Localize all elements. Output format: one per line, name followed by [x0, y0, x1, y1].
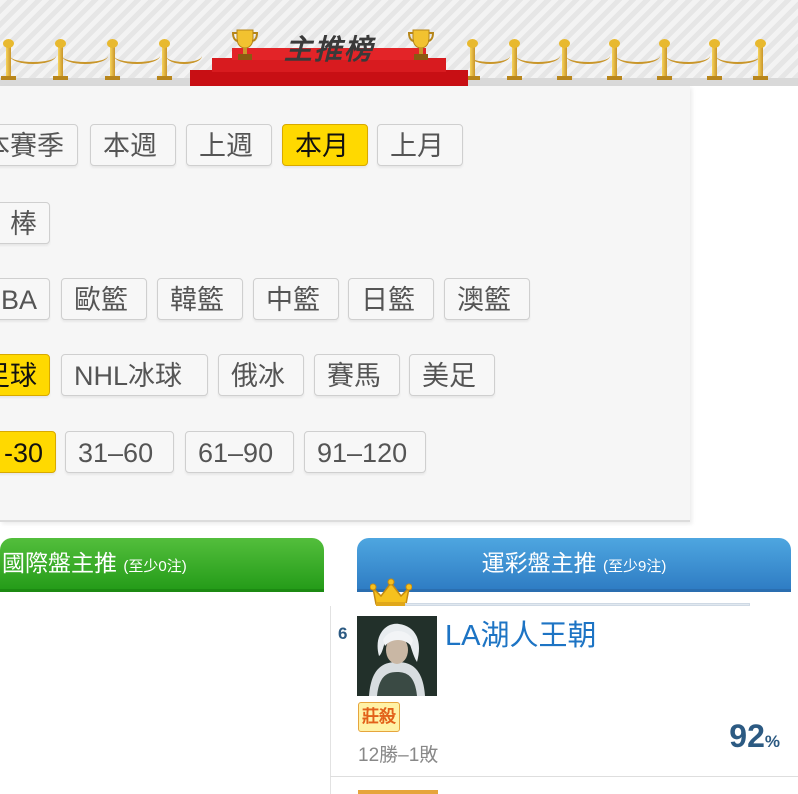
status-badge: 莊殺: [358, 702, 400, 732]
filter-chip-korea-basketball[interactable]: 韓籃: [157, 278, 243, 320]
post-decoration: [707, 39, 722, 80]
filter-chip-nba[interactable]: BA: [0, 278, 50, 320]
post-decoration: [657, 39, 672, 80]
filter-chip-last-month[interactable]: 上月: [377, 124, 463, 166]
filter-chip-japan-basketball[interactable]: 日籃: [348, 278, 434, 320]
international-list-note: (至少0注): [123, 558, 187, 575]
post-decoration: [753, 39, 768, 80]
rope-decoration: [716, 48, 760, 64]
lottery-list-header[interactable]: 運彩盤主推 (至少9注): [357, 538, 791, 592]
banner-title: 主推榜: [283, 34, 374, 65]
next-entry-badge: [358, 790, 438, 794]
filter-chip-this-week[interactable]: 本週: [90, 124, 176, 166]
win-percentage-unit: %: [764, 732, 780, 751]
filter-chip-range-91-120[interactable]: 91–120: [304, 431, 426, 473]
ranking-banner: 主推榜: [0, 0, 798, 86]
filter-chip-range-31-60[interactable]: 31–60: [65, 431, 174, 473]
ranked-player-card[interactable]: 6 LA湖人王朝 莊殺 12勝–1敗 92%: [330, 606, 798, 794]
filter-chip-euro-basketball[interactable]: 歐籃: [61, 278, 147, 320]
rope-decoration: [666, 48, 710, 64]
filter-chip-range-61-90[interactable]: 61–90: [185, 431, 294, 473]
international-list-header[interactable]: 國際盤主推 (至少0注): [0, 538, 324, 592]
filter-chip-australia-basketball[interactable]: 澳籃: [444, 278, 530, 320]
lottery-list-note: (至少9注): [603, 558, 667, 575]
filter-chip-russia-hockey[interactable]: 俄冰: [218, 354, 304, 396]
win-loss-record: 12勝–1敗: [358, 745, 439, 766]
filter-chip-range-1-30[interactable]: -30: [0, 431, 56, 473]
card-divider: [330, 776, 798, 777]
filter-chip-baseball[interactable]: 棒: [0, 202, 50, 244]
red-stage: [190, 70, 468, 86]
filter-chip-this-month[interactable]: 本月: [282, 124, 368, 166]
filter-chip-american-football[interactable]: 美足: [409, 354, 495, 396]
lottery-list-title: 運彩盤主推: [481, 550, 597, 576]
avatar[interactable]: [357, 616, 437, 696]
filter-chip-china-basketball[interactable]: 中籃: [253, 278, 339, 320]
filter-chip-soccer[interactable]: 足球: [0, 354, 50, 396]
win-percentage: 92%: [729, 718, 780, 755]
filter-panel: 本賽季 本週 上週 本月 上月 棒 BA 歐籃 韓籃 中籃 日籃 澳籃 足球 N…: [0, 86, 690, 522]
player-name[interactable]: LA湖人王朝: [445, 612, 596, 654]
filter-chip-horse-racing[interactable]: 賽馬: [314, 354, 400, 396]
international-list-title: 國際盤主推: [2, 550, 117, 576]
filter-chip-nhl[interactable]: NHL冰球: [61, 354, 208, 396]
filter-chip-last-week[interactable]: 上週: [186, 124, 272, 166]
filter-chip-season[interactable]: 本賽季: [0, 124, 78, 166]
rank-number: 6: [338, 624, 348, 643]
win-percentage-value: 92: [729, 718, 765, 754]
